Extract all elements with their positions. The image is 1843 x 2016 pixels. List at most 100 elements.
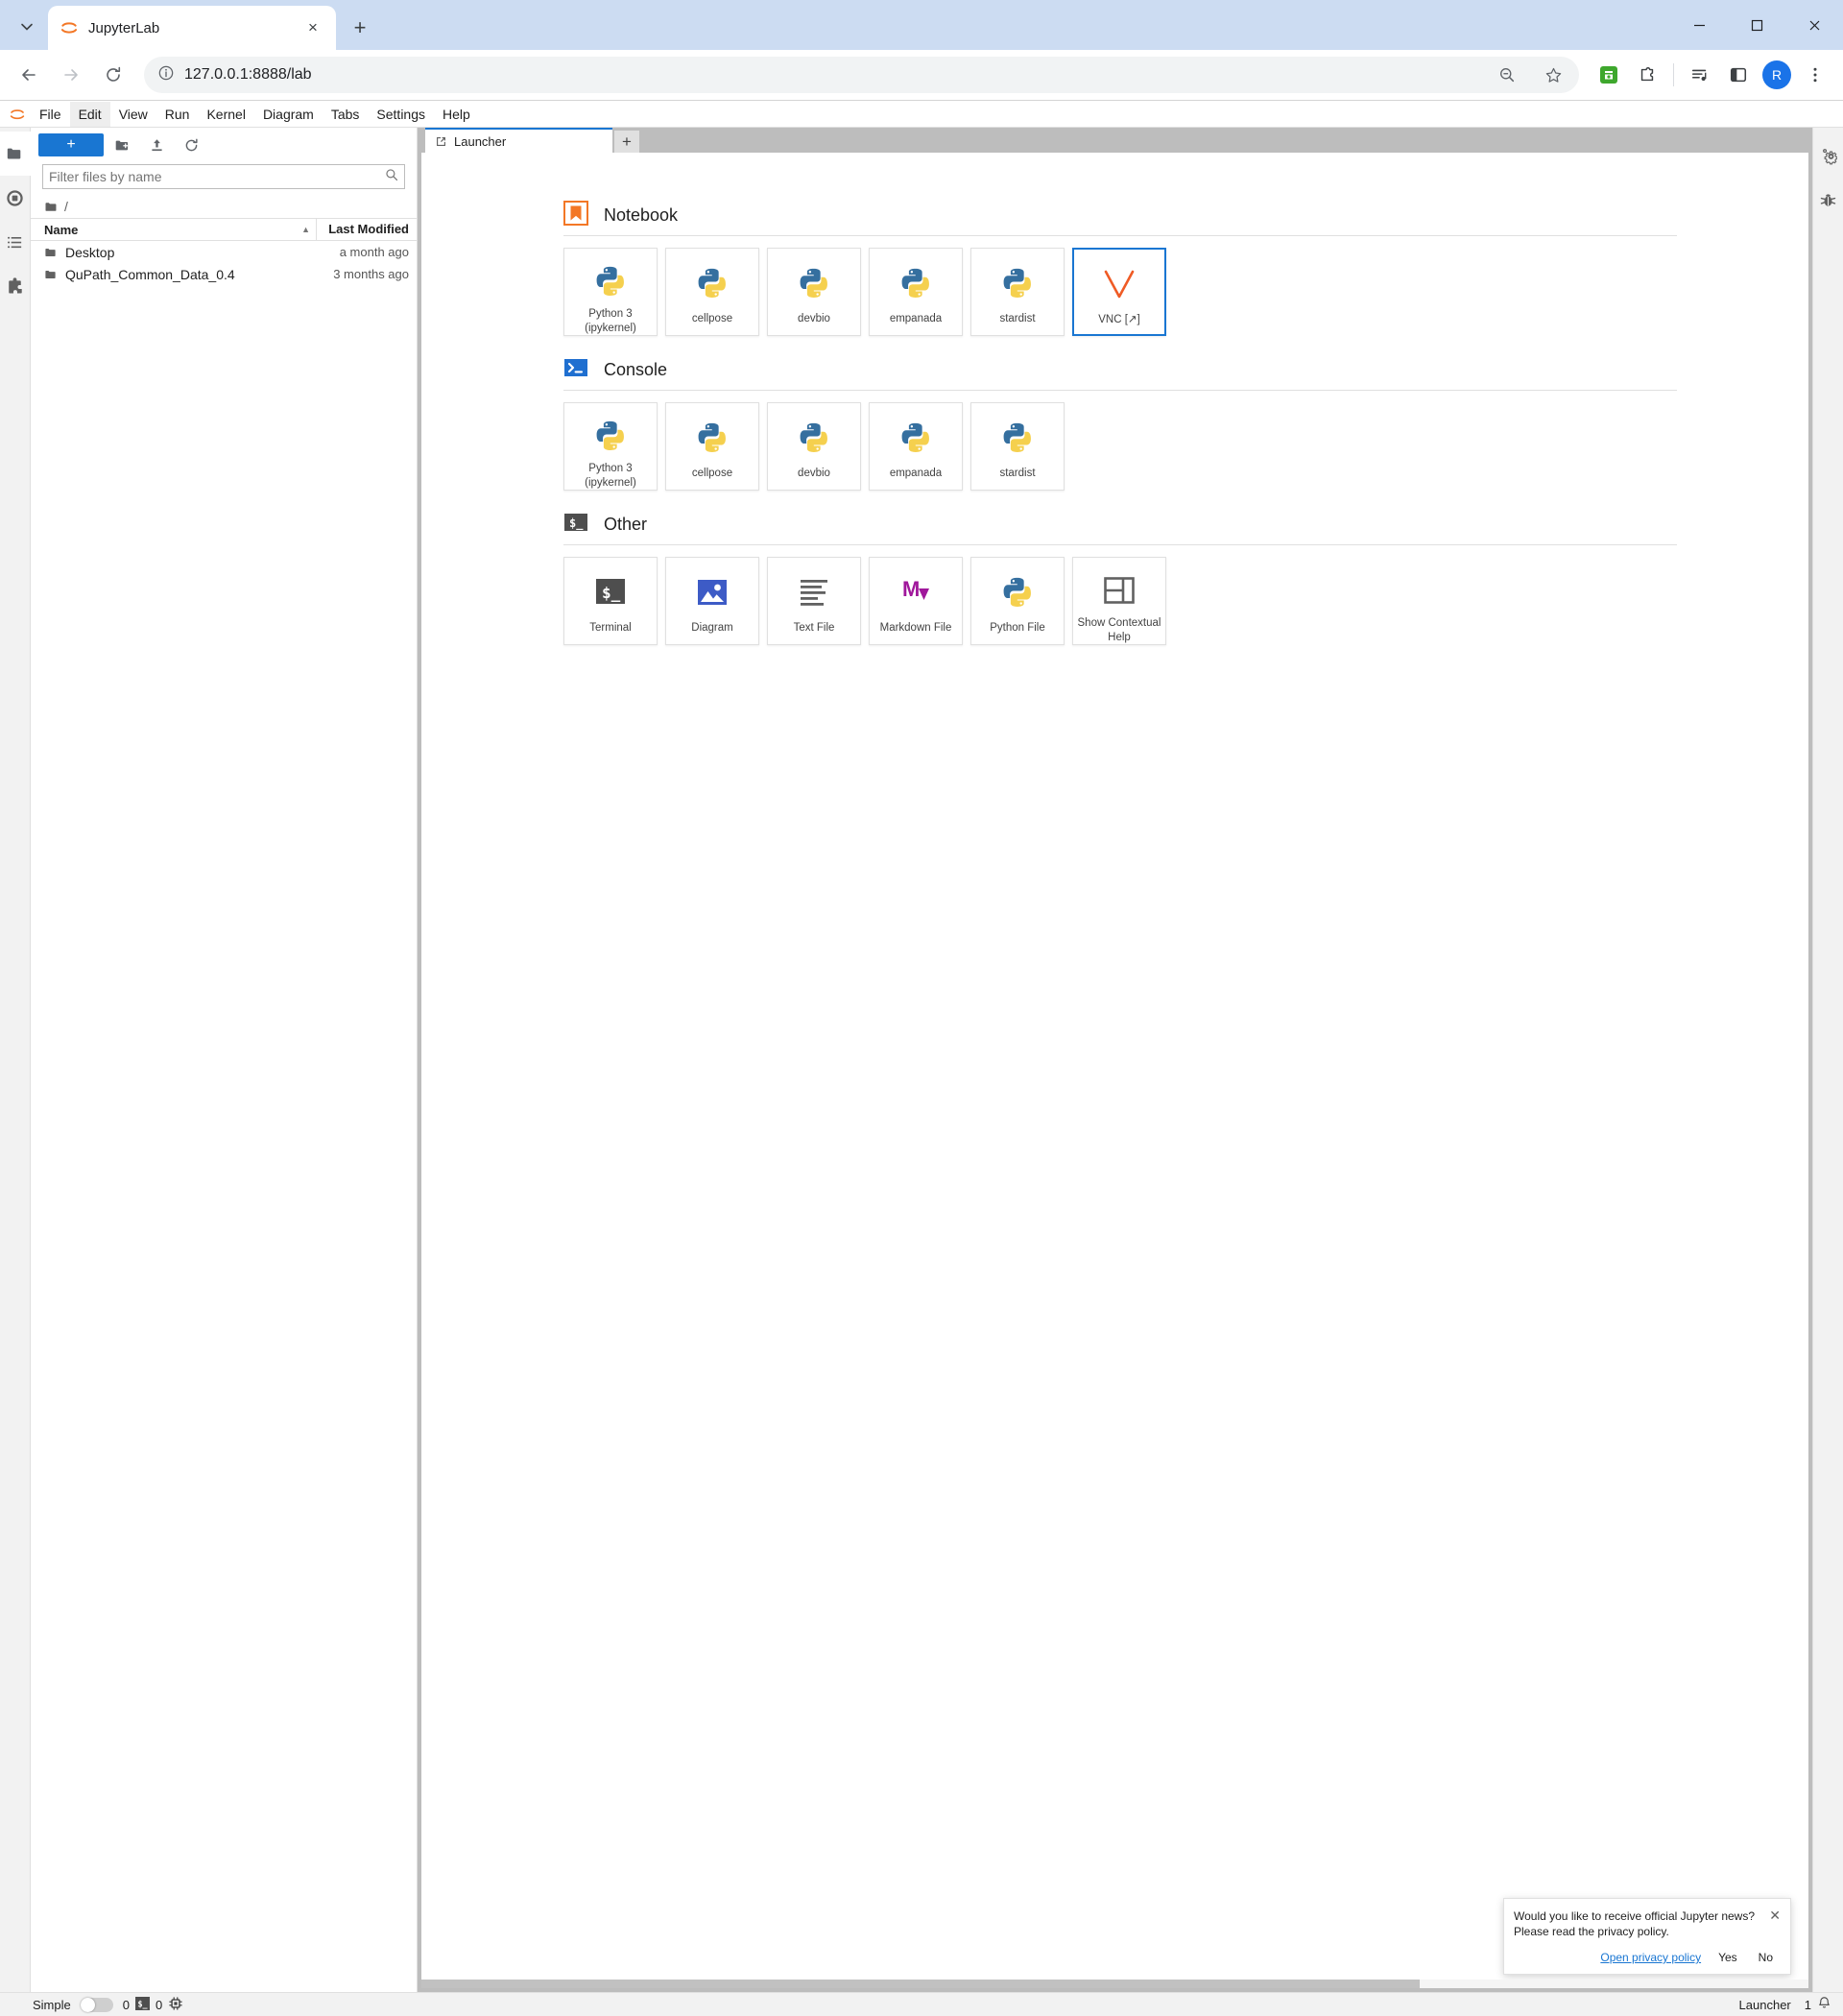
minimize-button[interactable] (1670, 0, 1728, 50)
launcher-card-python3-console[interactable]: Python 3 (ipykernel) (563, 402, 658, 491)
right-activity-bar (1812, 128, 1843, 1992)
vnc-v-icon (1100, 263, 1138, 305)
sort-ascending-icon: ▲ (301, 225, 310, 234)
close-window-button[interactable] (1785, 0, 1843, 50)
launcher-card-devbio-console[interactable]: devbio (767, 402, 861, 491)
search-input[interactable] (49, 169, 385, 184)
folder-icon (45, 270, 56, 278)
horizontal-scrollbar[interactable] (421, 1980, 1808, 1988)
menu-settings[interactable]: Settings (368, 102, 434, 127)
launcher-card-empanada-console[interactable]: empanada (869, 402, 963, 491)
breadcrumb-root[interactable]: / (64, 199, 68, 214)
launcher-card-vnc[interactable]: VNC [↗] (1072, 248, 1166, 336)
card-label: Markdown File (879, 622, 952, 634)
terminal-status[interactable]: 0 $_ 0 (123, 1996, 183, 2014)
jupyter-favicon (60, 18, 79, 37)
column-header-name-label: Name (44, 222, 79, 237)
back-button[interactable] (10, 56, 48, 94)
menu-run[interactable]: Run (156, 102, 199, 127)
launcher-card-python3-notebook[interactable]: Python 3 (ipykernel) (563, 248, 658, 336)
python-icon (898, 262, 933, 304)
reading-list-icon[interactable] (1682, 57, 1718, 93)
section-title: Console (604, 359, 668, 379)
folder-icon (45, 202, 57, 211)
new-tab-button[interactable]: + (342, 10, 378, 46)
sidebar-item-running-terminals[interactable] (0, 176, 31, 220)
launcher-card-python-file[interactable]: Python File (970, 557, 1065, 645)
reload-button[interactable] (94, 56, 132, 94)
launcher-card-show-contextual-help[interactable]: Show Contextual Help (1072, 557, 1166, 645)
sidebar-item-debugger[interactable] (1813, 178, 1843, 222)
menu-kernel[interactable]: Kernel (198, 102, 253, 127)
column-header-last-modified[interactable]: Last Modified (317, 218, 417, 241)
sidebar-item-table-of-contents[interactable] (0, 220, 31, 264)
search-icon[interactable] (385, 168, 398, 186)
active-item-label[interactable]: Launcher (1739, 1998, 1791, 2012)
column-header-name[interactable]: Name ▲ (31, 219, 317, 240)
forward-button[interactable] (52, 56, 90, 94)
close-icon[interactable]: ✕ (1769, 1908, 1781, 1939)
upload-icon[interactable] (140, 132, 173, 157)
address-bar[interactable]: 127.0.0.1:8888/lab (144, 57, 1579, 93)
launcher-card-cellpose-notebook[interactable]: cellpose (665, 248, 759, 336)
python-icon (1000, 571, 1035, 613)
file-filter-box[interactable] (42, 164, 405, 189)
new-folder-icon[interactable] (106, 132, 138, 157)
card-label: Text File (793, 622, 835, 634)
section-title: Other (604, 514, 648, 534)
launcher-card-cellpose-console[interactable]: cellpose (665, 402, 759, 491)
table-row[interactable]: QuPath_Common_Data_0.4 3 months ago (31, 263, 417, 285)
maximize-button[interactable] (1728, 0, 1785, 50)
sidebar-item-property-inspector[interactable] (1813, 133, 1843, 178)
no-button[interactable]: No (1751, 1949, 1781, 1966)
menu-tabs[interactable]: Tabs (323, 102, 369, 127)
profile-avatar[interactable]: R (1759, 57, 1795, 93)
launcher-card-empanada-notebook[interactable]: empanada (869, 248, 963, 336)
launcher-cards-other: $_ Terminal Diagram Text File M Markdown… (563, 557, 1808, 645)
left-activity-bar (0, 128, 31, 1992)
sidebar-item-file-browser[interactable] (0, 132, 31, 176)
jupyter-logo-icon (4, 102, 31, 127)
scrollbar-thumb[interactable] (421, 1980, 1421, 1988)
zoom-out-icon[interactable] (1489, 57, 1525, 93)
simple-mode-toggle[interactable] (80, 1997, 113, 2012)
bell-icon[interactable] (1817, 1996, 1831, 2013)
menu-file[interactable]: File (31, 102, 70, 127)
browser-tab-jupyterlab[interactable]: JupyterLab × (48, 6, 336, 50)
notification-status[interactable]: 1 (1805, 1996, 1831, 2013)
close-tab-icon[interactable]: × (301, 16, 324, 39)
browser-menu-button[interactable] (1797, 57, 1833, 93)
menu-view[interactable]: View (110, 102, 156, 127)
bookmark-star-icon[interactable] (1535, 57, 1571, 93)
sidebar-item-extension-manager[interactable] (0, 264, 31, 308)
open-privacy-policy-link[interactable]: Open privacy policy (1596, 1949, 1705, 1966)
kernel-count: 0 (155, 1997, 163, 2012)
tab-launcher[interactable]: Launcher (425, 128, 612, 153)
side-panel-icon[interactable] (1720, 57, 1757, 93)
tab-search-button[interactable] (6, 8, 48, 46)
menu-diagram[interactable]: Diagram (254, 102, 323, 127)
breadcrumb[interactable]: / (31, 195, 417, 218)
toast-message-line2: Please read the privacy policy. (1514, 1924, 1669, 1938)
python-icon (695, 262, 730, 304)
site-info-icon[interactable] (157, 64, 175, 86)
extension-green-icon[interactable] (1591, 57, 1627, 93)
yes-button[interactable]: Yes (1711, 1949, 1745, 1966)
launcher-card-devbio-notebook[interactable]: devbio (767, 248, 861, 336)
launcher-card-terminal[interactable]: $_ Terminal (563, 557, 658, 645)
new-launcher-button[interactable]: + (38, 133, 104, 156)
section-header: Console (563, 351, 1808, 388)
launcher-card-markdown-file[interactable]: M Markdown File (869, 557, 963, 645)
launcher-card-diagram[interactable]: Diagram (665, 557, 759, 645)
card-label: Python 3 (ipykernel) (585, 463, 636, 489)
table-row[interactable]: Desktop a month ago (31, 241, 417, 263)
menu-edit[interactable]: Edit (69, 101, 110, 127)
card-label: devbio (798, 468, 830, 479)
launcher-card-stardist-notebook[interactable]: stardist (970, 248, 1065, 336)
launcher-card-text-file[interactable]: Text File (767, 557, 861, 645)
launcher-card-stardist-console[interactable]: stardist (970, 402, 1065, 491)
refresh-icon[interactable] (175, 132, 207, 157)
menu-help[interactable]: Help (434, 102, 479, 127)
extensions-puzzle-icon[interactable] (1629, 57, 1665, 93)
add-tab-button[interactable]: + (614, 131, 639, 153)
